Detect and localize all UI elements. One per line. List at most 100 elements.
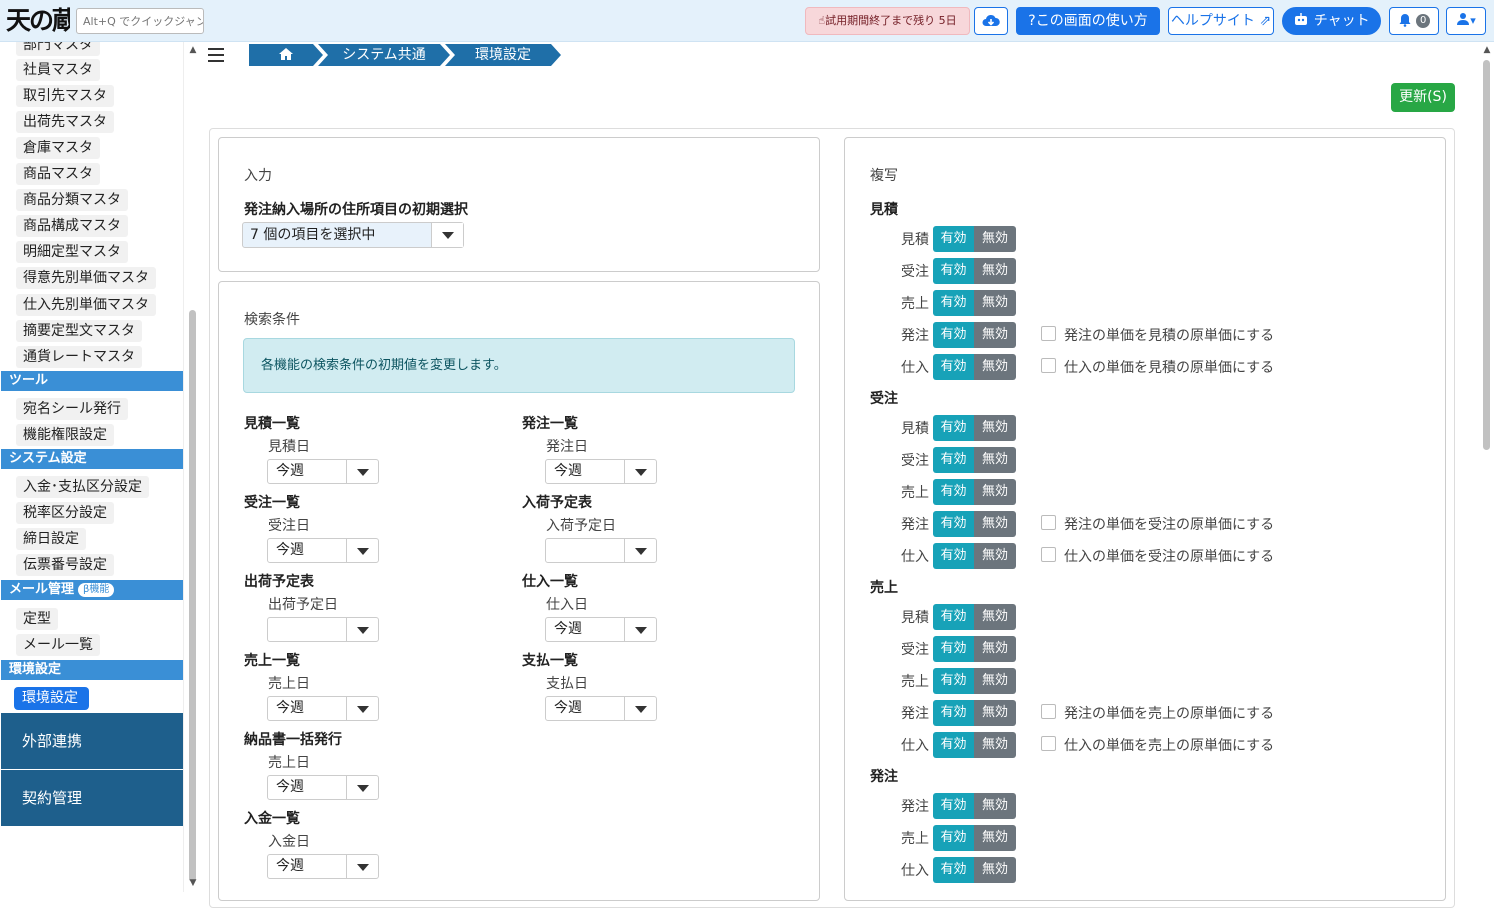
update-button[interactable]: 更新(S) bbox=[1391, 83, 1455, 112]
sidebar-item[interactable]: 機能権限設定 bbox=[16, 424, 114, 446]
sidebar-contract[interactable]: 契約管理 bbox=[1, 770, 183, 826]
toggle-off-option[interactable]: 無効 bbox=[974, 857, 1016, 883]
unit-price-checkbox[interactable] bbox=[1041, 515, 1056, 530]
main-scrollbar[interactable]: ▲ bbox=[1480, 42, 1494, 892]
enable-toggle[interactable]: 有効 無効 bbox=[933, 226, 1016, 252]
toggle-off-option[interactable]: 無効 bbox=[974, 668, 1016, 694]
date-range-select[interactable]: 今週 bbox=[545, 617, 657, 642]
sidebar-item[interactable]: 通貨レートマスタ bbox=[16, 346, 142, 368]
hamburger-menu-icon[interactable] bbox=[208, 48, 224, 62]
enable-toggle[interactable]: 有効 無効 bbox=[933, 290, 1016, 316]
toggle-on-option[interactable]: 有効 bbox=[933, 226, 974, 252]
toggle-off-option[interactable]: 無効 bbox=[974, 226, 1016, 252]
toggle-on-option[interactable]: 有効 bbox=[933, 447, 974, 473]
toggle-off-option[interactable]: 無効 bbox=[974, 732, 1016, 758]
address-multiselect[interactable]: 7 個の項目を選択中 bbox=[242, 222, 464, 248]
toggle-on-option[interactable]: 有効 bbox=[933, 354, 974, 380]
scrollbar-thumb[interactable] bbox=[1483, 60, 1490, 450]
user-menu-button[interactable]: ▾ bbox=[1446, 7, 1486, 35]
quick-jump-input[interactable] bbox=[76, 8, 204, 34]
toggle-off-option[interactable]: 無効 bbox=[974, 543, 1016, 569]
sidebar-item[interactable]: 入金･支払区分設定 bbox=[16, 476, 149, 498]
toggle-off-option[interactable]: 無効 bbox=[974, 258, 1016, 284]
scroll-up-icon[interactable]: ▲ bbox=[188, 45, 198, 55]
sidebar-item[interactable]: 取引先マスタ bbox=[16, 85, 114, 107]
screen-help-button[interactable]: ?この画面の使い方 bbox=[1016, 7, 1160, 35]
chat-button[interactable]: チャット bbox=[1282, 7, 1381, 35]
toggle-on-option[interactable]: 有効 bbox=[933, 290, 974, 316]
toggle-off-option[interactable]: 無効 bbox=[974, 447, 1016, 473]
sidebar-item[interactable]: 得意先別単価マスタ bbox=[16, 267, 156, 289]
toggle-on-option[interactable]: 有効 bbox=[933, 793, 974, 819]
scroll-down-icon[interactable]: ▼ bbox=[188, 878, 198, 888]
enable-toggle[interactable]: 有効 無効 bbox=[933, 258, 1016, 284]
date-range-select[interactable]: 今週 bbox=[267, 854, 379, 879]
toggle-on-option[interactable]: 有効 bbox=[933, 479, 974, 505]
toggle-on-option[interactable]: 有効 bbox=[933, 732, 974, 758]
sidebar-item[interactable]: 仕入先別単価マスタ bbox=[16, 294, 156, 316]
enable-toggle[interactable]: 有効 無効 bbox=[933, 447, 1016, 473]
sidebar-item[interactable]: 伝票番号設定 bbox=[16, 554, 114, 576]
scroll-up-icon[interactable]: ▲ bbox=[1482, 45, 1492, 55]
sidebar-item[interactable]: 宛名シール発行 bbox=[16, 398, 128, 420]
enable-toggle[interactable]: 有効 無効 bbox=[933, 322, 1016, 348]
sidebar-item[interactable]: 税率区分設定 bbox=[16, 502, 114, 524]
date-range-select[interactable]: 今週 bbox=[267, 538, 379, 563]
enable-toggle[interactable]: 有効 無効 bbox=[933, 857, 1016, 883]
toggle-off-option[interactable]: 無効 bbox=[974, 604, 1016, 630]
date-range-select[interactable]: 今週 bbox=[267, 459, 379, 484]
sidebar-item[interactable]: 商品分類マスタ bbox=[16, 189, 128, 211]
sidebar-header-tools[interactable]: ツール bbox=[1, 371, 183, 391]
toggle-on-option[interactable]: 有効 bbox=[933, 258, 974, 284]
unit-price-checkbox[interactable] bbox=[1041, 736, 1056, 751]
breadcrumb-item[interactable]: システム共通 bbox=[318, 44, 450, 66]
download-button[interactable] bbox=[974, 7, 1008, 35]
enable-toggle[interactable]: 有効 無効 bbox=[933, 668, 1016, 694]
toggle-off-option[interactable]: 無効 bbox=[974, 825, 1016, 851]
trial-badge[interactable]: ☝試用期間終了まで残り 5日 bbox=[805, 7, 970, 35]
sidebar-item[interactable]: 社員マスタ bbox=[16, 59, 100, 81]
sidebar-item[interactable]: 摘要定型文マスタ bbox=[16, 320, 142, 342]
sidebar-item[interactable]: 出荷先マスタ bbox=[16, 111, 114, 133]
sidebar-item[interactable]: 商品構成マスタ bbox=[16, 215, 128, 237]
enable-toggle[interactable]: 有効 無効 bbox=[933, 354, 1016, 380]
date-range-select[interactable]: 今週 bbox=[545, 459, 657, 484]
enable-toggle[interactable]: 有効 無効 bbox=[933, 825, 1016, 851]
unit-price-checkbox[interactable] bbox=[1041, 547, 1056, 562]
sidebar-header-env[interactable]: 環境設定 bbox=[1, 660, 183, 680]
toggle-on-option[interactable]: 有効 bbox=[933, 511, 974, 537]
toggle-off-option[interactable]: 無効 bbox=[974, 354, 1016, 380]
toggle-off-option[interactable]: 無効 bbox=[974, 700, 1016, 726]
sidebar-item[interactable]: 明細定型マスタ bbox=[16, 241, 128, 263]
toggle-off-option[interactable]: 無効 bbox=[974, 479, 1016, 505]
sidebar-header-mail[interactable]: メール管理 β機能 bbox=[1, 580, 183, 600]
sidebar-item[interactable]: 締日設定 bbox=[16, 528, 86, 550]
toggle-off-option[interactable]: 無効 bbox=[974, 636, 1016, 662]
sidebar-item-env-settings[interactable]: 環境設定 bbox=[14, 687, 89, 710]
enable-toggle[interactable]: 有効 無効 bbox=[933, 793, 1016, 819]
date-range-select[interactable]: 今週 bbox=[267, 696, 379, 721]
scrollbar-thumb[interactable] bbox=[189, 310, 196, 882]
enable-toggle[interactable]: 有効 無効 bbox=[933, 415, 1016, 441]
sidebar-item[interactable]: 商品マスタ bbox=[16, 163, 100, 185]
enable-toggle[interactable]: 有効 無効 bbox=[933, 511, 1016, 537]
toggle-off-option[interactable]: 無効 bbox=[974, 793, 1016, 819]
sidebar-item[interactable]: メール一覧 bbox=[16, 634, 100, 656]
notification-button[interactable]: 0 bbox=[1389, 7, 1439, 35]
help-site-button[interactable]: ヘルプサイト ⇗ bbox=[1168, 7, 1274, 35]
sidebar-item[interactable]: 倉庫マスタ bbox=[16, 137, 100, 159]
enable-toggle[interactable]: 有効 無効 bbox=[933, 604, 1016, 630]
sidebar-item[interactable]: 定型 bbox=[16, 608, 58, 630]
app-logo[interactable]: 天の蔵 bbox=[6, 4, 70, 38]
date-range-select[interactable] bbox=[545, 538, 657, 563]
unit-price-checkbox[interactable] bbox=[1041, 358, 1056, 373]
date-range-select[interactable]: 今週 bbox=[267, 775, 379, 800]
toggle-on-option[interactable]: 有効 bbox=[933, 668, 974, 694]
toggle-off-option[interactable]: 無効 bbox=[974, 322, 1016, 348]
sidebar-item[interactable]: 部門マスタ bbox=[16, 42, 100, 56]
toggle-on-option[interactable]: 有効 bbox=[933, 322, 974, 348]
toggle-off-option[interactable]: 無効 bbox=[974, 415, 1016, 441]
date-range-select[interactable]: 今週 bbox=[545, 696, 657, 721]
unit-price-checkbox[interactable] bbox=[1041, 326, 1056, 341]
breadcrumb-home[interactable] bbox=[249, 44, 323, 66]
